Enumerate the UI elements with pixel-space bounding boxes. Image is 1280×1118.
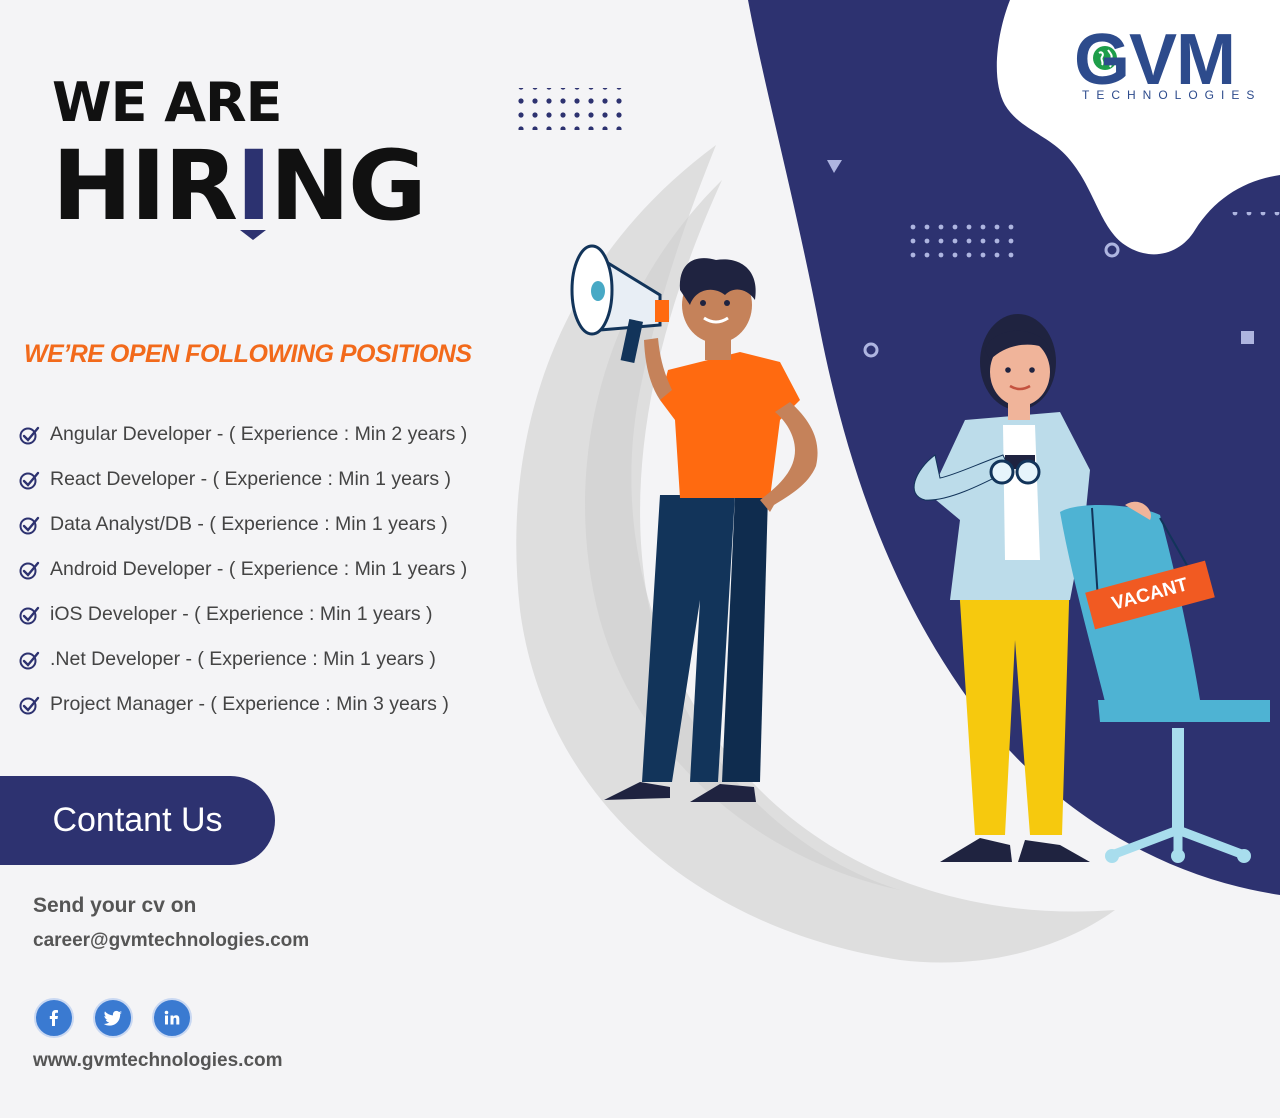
check-circle-icon [19, 471, 40, 489]
position-item: Android Developer - ( Experience : Min 1… [18, 547, 467, 592]
positions-list: Angular Developer - ( Experience : Min 2… [18, 412, 467, 727]
brand-logo: GVM [1074, 20, 1236, 100]
position-item: React Developer - ( Experience : Min 1 y… [18, 457, 467, 502]
website-link[interactable]: www.gvmtechnologies.com [33, 1050, 283, 1072]
position-label: Android Developer - ( Experience : Min 1… [50, 558, 468, 580]
check-circle-icon [19, 426, 40, 444]
headline-hiring-accent: I [235, 130, 272, 242]
linkedin-button[interactable] [152, 998, 192, 1038]
headline-hiring: HIRING [52, 138, 427, 234]
positions-heading: WE’RE OPEN FOLLOWING POSITIONS [24, 340, 472, 368]
brand-subtitle: TECHNOLOGIES [1082, 88, 1262, 102]
position-label: .Net Developer - ( Experience : Min 1 ye… [50, 648, 436, 670]
position-item: .Net Developer - ( Experience : Min 1 ye… [18, 637, 467, 682]
dot-grid-left [514, 88, 626, 130]
position-label: React Developer - ( Experience : Min 1 y… [50, 468, 451, 490]
social-links [34, 998, 192, 1038]
check-circle-icon [19, 516, 40, 534]
position-label: iOS Developer - ( Experience : Min 1 yea… [50, 603, 433, 625]
email-link[interactable]: career@gvmtechnologies.com [33, 930, 309, 952]
twitter-icon [103, 1010, 122, 1026]
dot-row-edge [1228, 212, 1280, 220]
square-deco [1241, 331, 1254, 344]
position-label: Project Manager - ( Experience : Min 3 y… [50, 693, 449, 715]
contact-us-button[interactable]: Contant Us [0, 776, 275, 865]
facebook-icon [49, 1010, 58, 1026]
facebook-button[interactable] [34, 998, 74, 1038]
linkedin-icon [164, 1010, 180, 1025]
send-cv-label: Send your cv on [33, 894, 197, 917]
position-item: iOS Developer - ( Experience : Min 1 yea… [18, 592, 467, 637]
check-circle-icon [19, 606, 40, 624]
headline-hiring-start: HIR [52, 130, 238, 242]
position-label: Angular Developer - ( Experience : Min 2… [50, 423, 468, 445]
position-label: Data Analyst/DB - ( Experience : Min 1 y… [50, 513, 448, 535]
dot-grid-right [902, 222, 1014, 264]
position-item: Angular Developer - ( Experience : Min 2… [18, 412, 467, 457]
check-circle-icon [19, 696, 40, 714]
check-circle-icon [19, 651, 40, 669]
position-item: Project Manager - ( Experience : Min 3 y… [18, 682, 467, 727]
position-item: Data Analyst/DB - ( Experience : Min 1 y… [18, 502, 467, 547]
twitter-button[interactable] [93, 998, 133, 1038]
check-circle-icon [19, 561, 40, 579]
headline-we-are: WE ARE [52, 71, 283, 134]
headline-hiring-end: NG [269, 130, 427, 242]
